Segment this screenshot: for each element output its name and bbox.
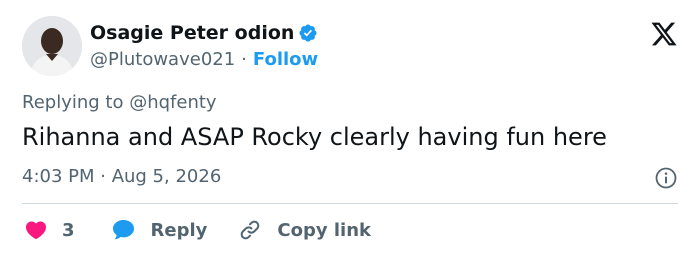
replying-to-line: Replying to @hqfenty [22, 92, 217, 113]
info-icon[interactable] [654, 166, 678, 190]
heart-icon [24, 218, 48, 242]
avatar[interactable] [22, 16, 82, 76]
handle-row: @Plutowave021 · Follow [90, 46, 318, 72]
divider [22, 203, 678, 204]
follow-button[interactable]: Follow [253, 49, 318, 70]
copy-link-label: Copy link [277, 219, 371, 241]
tweet-timestamp[interactable]: 4:03 PM · Aug 5, 2026 [22, 166, 221, 187]
link-icon [237, 218, 263, 242]
name-row: Osagie Peter odion [90, 20, 318, 46]
author-info: Osagie Peter odion @Plutowave021 · Follo… [90, 20, 318, 72]
verified-badge-icon [298, 23, 318, 43]
reply-button[interactable]: Reply [111, 218, 208, 242]
replying-prefix: Replying to [22, 92, 124, 113]
like-button[interactable]: 3 [24, 218, 75, 242]
copy-link-button[interactable]: Copy link [237, 218, 371, 242]
action-bar: 3 Reply Copy link [24, 216, 371, 244]
speech-bubble-icon [111, 218, 137, 242]
embedded-tweet-card: Osagie Peter odion @Plutowave021 · Follo… [0, 0, 700, 256]
author-handle[interactable]: @Plutowave021 [90, 49, 235, 70]
like-count: 3 [62, 219, 75, 241]
tweet-header: Osagie Peter odion @Plutowave021 · Follo… [22, 16, 318, 76]
tweet-text: Rihanna and ASAP Rocky clearly having fu… [22, 123, 607, 151]
separator-dot: · [241, 48, 247, 70]
author-display-name[interactable]: Osagie Peter odion [90, 22, 294, 44]
reply-label: Reply [150, 219, 208, 241]
x-logo-icon[interactable] [650, 20, 678, 48]
replying-mention-link[interactable]: @hqfenty [129, 92, 216, 113]
